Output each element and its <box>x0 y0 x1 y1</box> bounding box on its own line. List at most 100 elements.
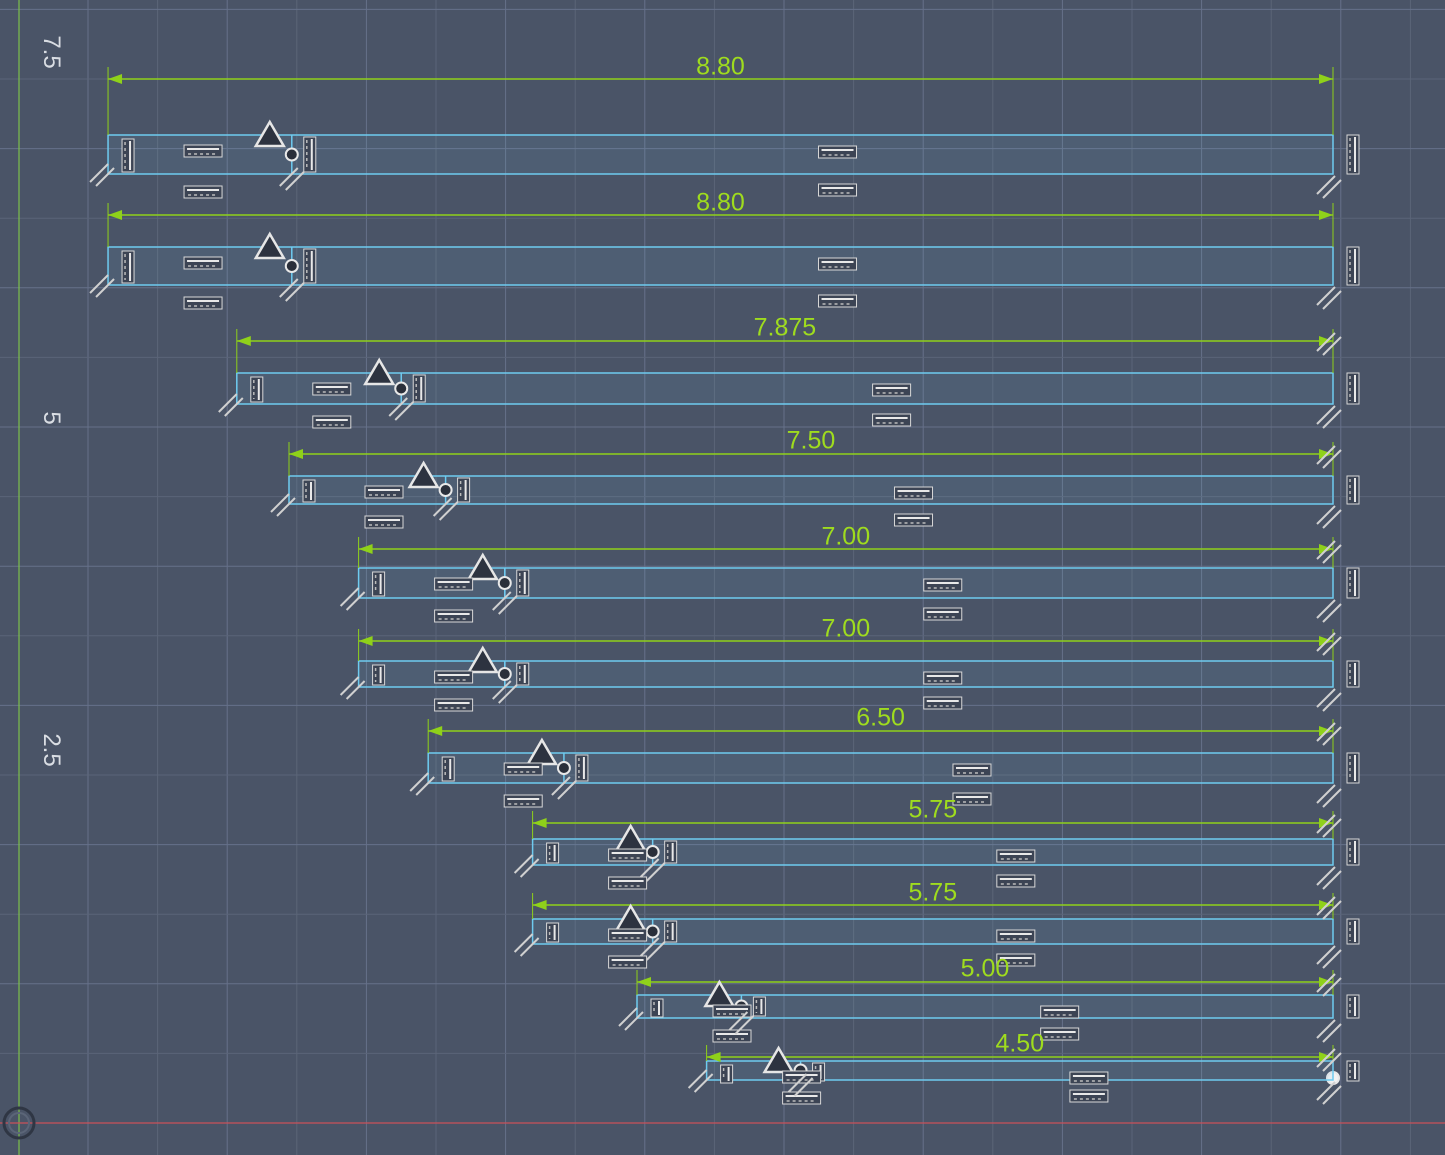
parallel-constraint-icon[interactable] <box>1316 286 1342 310</box>
horizontal-constraint-icon[interactable] <box>608 928 648 942</box>
parallel-constraint-icon[interactable] <box>1316 1081 1342 1105</box>
dimension-value[interactable]: 7.50 <box>787 427 836 455</box>
parallel-constraint-icon[interactable] <box>1316 505 1342 529</box>
triangle-constraint-icon[interactable] <box>466 645 499 674</box>
horizontal-constraint-icon[interactable] <box>364 485 404 499</box>
parallel-constraint-icon[interactable] <box>1316 1019 1342 1043</box>
horizontal-constraint-icon[interactable] <box>434 577 474 591</box>
horizontal-constraint-icon[interactable] <box>818 183 858 197</box>
parallel-constraint-icon[interactable] <box>1316 945 1342 969</box>
dimension-value[interactable]: 8.80 <box>696 53 745 81</box>
triangle-constraint-icon[interactable] <box>363 357 396 386</box>
horizontal-constraint-icon[interactable] <box>872 413 912 427</box>
vertical-constraint-icon[interactable] <box>412 374 426 403</box>
horizontal-constraint-icon[interactable] <box>894 513 934 527</box>
horizontal-constraint-icon[interactable] <box>894 486 934 500</box>
dimension-value[interactable]: 7.00 <box>821 523 870 551</box>
horizontal-constraint-icon[interactable] <box>782 1070 822 1084</box>
parallel-constraint-icon[interactable] <box>1316 405 1342 429</box>
horizontal-constraint-icon[interactable] <box>503 762 543 776</box>
dimension-value[interactable]: 5.75 <box>908 879 957 907</box>
vertical-constraint-icon[interactable] <box>1346 567 1360 599</box>
coincident-point-icon[interactable] <box>497 576 512 590</box>
triangle-constraint-icon[interactable] <box>614 903 647 932</box>
horizontal-constraint-icon[interactable] <box>608 955 648 969</box>
dimension-value[interactable]: 4.50 <box>995 1030 1044 1058</box>
vertical-constraint-icon[interactable] <box>575 754 589 782</box>
coincident-point-icon[interactable] <box>645 845 660 859</box>
horizontal-constraint-icon[interactable] <box>996 874 1036 888</box>
vertical-constraint-icon[interactable] <box>303 136 317 173</box>
vertical-constraint-icon[interactable] <box>1346 918 1360 945</box>
vertical-constraint-icon[interactable] <box>372 571 386 597</box>
coincident-point-icon[interactable] <box>645 924 660 939</box>
vertical-constraint-icon[interactable] <box>121 250 135 284</box>
horizontal-constraint-icon[interactable] <box>434 609 474 623</box>
parallel-constraint-icon[interactable] <box>1316 784 1342 808</box>
dimension-value[interactable]: 7.875 <box>754 314 817 342</box>
triangle-constraint-icon[interactable] <box>253 231 286 260</box>
horizontal-constraint-icon[interactable] <box>996 929 1036 943</box>
vertical-constraint-icon[interactable] <box>752 996 766 1017</box>
vertical-constraint-icon[interactable] <box>1346 134 1360 175</box>
horizontal-constraint-icon[interactable] <box>872 383 912 397</box>
horizontal-constraint-icon[interactable] <box>1040 1027 1080 1041</box>
horizontal-constraint-icon[interactable] <box>818 294 858 308</box>
horizontal-constraint-icon[interactable] <box>434 670 474 684</box>
horizontal-constraint-icon[interactable] <box>434 698 474 712</box>
coincident-point-icon[interactable] <box>438 483 453 497</box>
triangle-constraint-icon[interactable] <box>407 460 440 489</box>
vertical-constraint-icon[interactable] <box>720 1064 734 1084</box>
triangle-constraint-icon[interactable] <box>466 552 499 581</box>
horizontal-constraint-icon[interactable] <box>183 144 223 158</box>
horizontal-constraint-icon[interactable] <box>1040 1005 1080 1019</box>
vertical-constraint-icon[interactable] <box>457 477 471 503</box>
coincident-point-icon[interactable] <box>284 259 299 273</box>
horizontal-constraint-icon[interactable] <box>923 671 963 685</box>
vertical-constraint-icon[interactable] <box>1346 1060 1360 1082</box>
coincident-point-icon[interactable] <box>497 667 512 681</box>
horizontal-constraint-icon[interactable] <box>952 792 992 806</box>
horizontal-constraint-icon[interactable] <box>712 1029 752 1043</box>
horizontal-constraint-icon[interactable] <box>1069 1071 1109 1085</box>
dimension-value[interactable]: 6.50 <box>856 704 905 732</box>
parallel-constraint-icon[interactable] <box>1316 866 1342 890</box>
horizontal-constraint-icon[interactable] <box>183 256 223 270</box>
vertical-constraint-icon[interactable] <box>1346 994 1360 1019</box>
vertical-constraint-icon[interactable] <box>516 662 530 686</box>
triangle-constraint-icon[interactable] <box>703 979 736 1008</box>
vertical-constraint-icon[interactable] <box>1346 475 1360 505</box>
horizontal-constraint-icon[interactable] <box>952 763 992 777</box>
horizontal-constraint-icon[interactable] <box>923 578 963 592</box>
triangle-constraint-icon[interactable] <box>614 823 647 852</box>
dimension-value[interactable]: 8.80 <box>696 189 745 217</box>
parallel-constraint-icon[interactable] <box>1316 688 1342 712</box>
vertical-constraint-icon[interactable] <box>516 569 530 597</box>
horizontal-constraint-icon[interactable] <box>923 696 963 710</box>
vertical-constraint-icon[interactable] <box>441 756 455 782</box>
dimension-value[interactable]: 5.00 <box>961 955 1010 983</box>
dimension-value[interactable]: 5.75 <box>908 796 957 824</box>
horizontal-constraint-icon[interactable] <box>818 145 858 159</box>
parallel-constraint-icon[interactable] <box>1316 599 1342 623</box>
coincident-point-icon[interactable] <box>556 761 571 775</box>
triangle-constraint-icon[interactable] <box>762 1045 795 1074</box>
vertical-constraint-icon[interactable] <box>650 998 664 1018</box>
horizontal-constraint-icon[interactable] <box>312 382 352 396</box>
horizontal-constraint-icon[interactable] <box>782 1091 822 1105</box>
horizontal-constraint-icon[interactable] <box>364 515 404 529</box>
parallel-constraint-icon[interactable] <box>1316 175 1342 1085</box>
horizontal-constraint-icon[interactable] <box>923 607 963 621</box>
vertical-constraint-icon[interactable] <box>546 842 560 864</box>
coincident-point-icon[interactable] <box>284 147 299 162</box>
vertical-constraint-icon[interactable] <box>1346 660 1360 688</box>
sketch-canvas[interactable]: 7.5 5 2.5 8.80 8.80 7.875 7.50 7.00 7.00 6.50 5… <box>0 0 1445 1155</box>
vertical-constraint-icon[interactable] <box>1346 372 1360 405</box>
vertical-constraint-icon[interactable] <box>372 664 386 686</box>
horizontal-constraint-icon[interactable] <box>183 296 223 310</box>
coincident-point-icon[interactable] <box>394 381 409 396</box>
vertical-constraint-icon[interactable] <box>250 376 264 403</box>
horizontal-constraint-icon[interactable] <box>183 185 223 199</box>
vertical-constraint-icon[interactable] <box>121 138 135 173</box>
horizontal-constraint-icon[interactable] <box>996 849 1036 863</box>
